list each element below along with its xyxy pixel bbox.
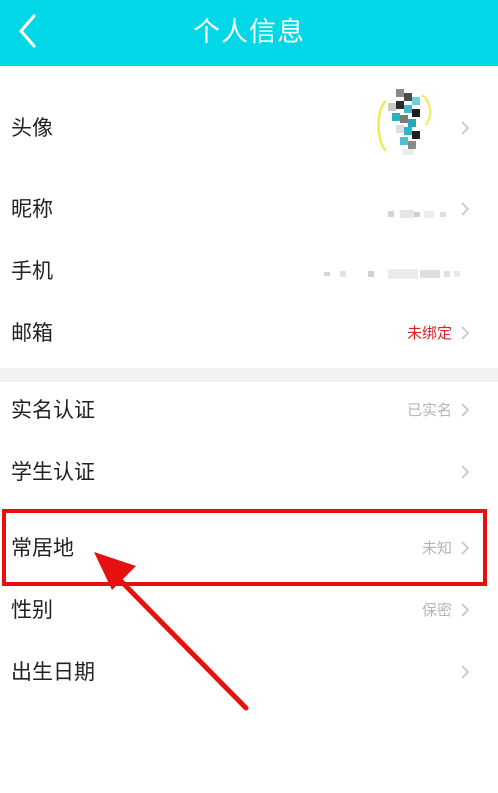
chevron-right-icon xyxy=(461,326,470,340)
row-birthday[interactable]: 出生日期 xyxy=(0,641,498,703)
row-avatar[interactable]: 头像 xyxy=(0,89,498,161)
row-label: 邮箱 xyxy=(11,321,53,345)
row-label: 实名认证 xyxy=(11,398,95,422)
row-label: 性别 xyxy=(11,598,53,622)
nickname-value-pixelated xyxy=(388,204,452,218)
location-value: 未知 xyxy=(421,539,452,557)
row-nickname[interactable]: 昵称 xyxy=(0,178,498,240)
row-label: 昵称 xyxy=(11,197,53,221)
row-label: 学生认证 xyxy=(11,460,95,484)
page-title: 个人信息 xyxy=(193,17,305,48)
chevron-right-icon xyxy=(461,603,470,617)
chevron-right-icon xyxy=(461,403,470,417)
chevron-right-icon xyxy=(461,121,470,135)
chevron-right-icon xyxy=(461,202,470,216)
row-email[interactable]: 邮箱 未绑定 xyxy=(0,302,498,364)
row-location[interactable]: 常居地 未知 xyxy=(0,517,498,579)
phone-value-pixelated xyxy=(324,265,464,279)
row-realname[interactable]: 实名认证 已实名 xyxy=(0,379,498,441)
chevron-right-icon xyxy=(461,465,470,479)
avatar xyxy=(372,87,436,163)
chevron-right-icon xyxy=(461,541,470,555)
header-bar: 个人信息 xyxy=(0,0,498,66)
row-label: 常居地 xyxy=(11,536,74,560)
row-student[interactable]: 学生认证 xyxy=(0,441,498,503)
row-label: 手机 xyxy=(11,259,53,283)
chevron-right-icon xyxy=(461,665,470,679)
realname-status: 已实名 xyxy=(406,401,452,419)
row-gender[interactable]: 性别 保密 xyxy=(0,579,498,641)
row-phone[interactable]: 手机 xyxy=(0,240,498,302)
row-label: 头像 xyxy=(11,116,53,140)
row-label: 出生日期 xyxy=(11,660,95,684)
gender-value: 保密 xyxy=(421,601,452,619)
email-status: 未绑定 xyxy=(406,324,452,342)
